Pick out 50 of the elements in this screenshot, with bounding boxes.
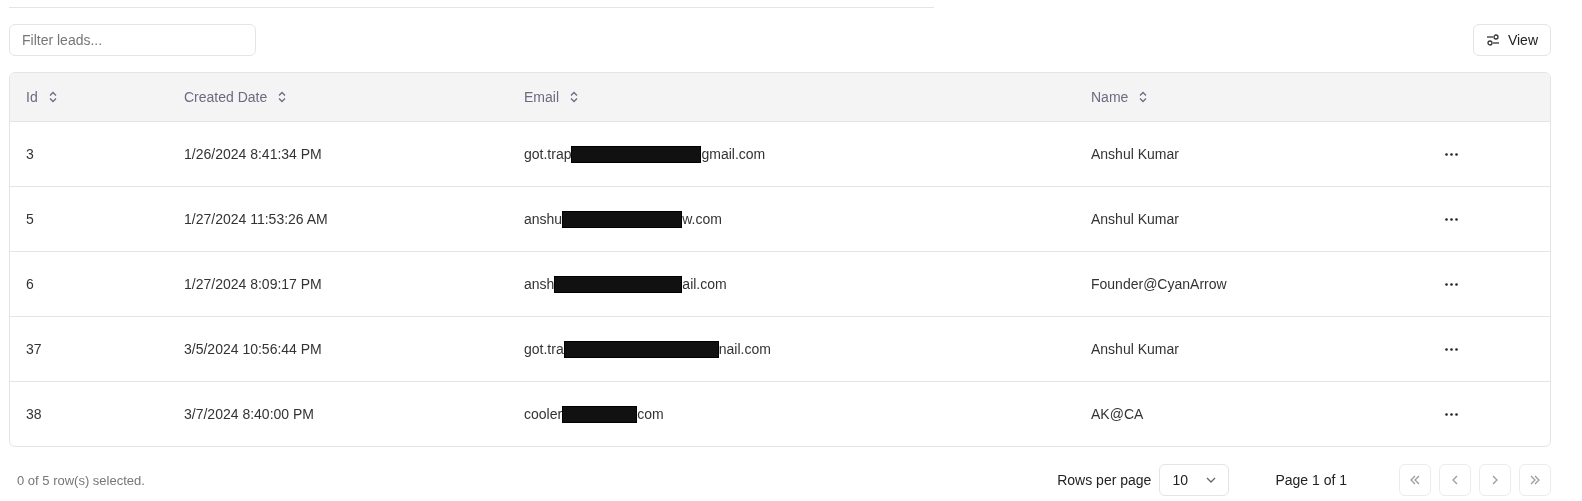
column-header[interactable]: Created Date <box>184 89 288 105</box>
table-cell: 1/26/2024 8:41:34 PM <box>184 146 322 162</box>
sort-icon <box>1138 91 1149 103</box>
sort-icon <box>569 91 579 103</box>
more-icon <box>1445 347 1458 351</box>
chevron-down-icon <box>1206 477 1217 483</box>
more-icon <box>1445 282 1458 286</box>
table-cell: 5 <box>26 211 34 227</box>
more-icon <box>1445 152 1458 156</box>
view-button[interactable]: View <box>1472 24 1551 56</box>
table-cell: 6 <box>26 276 34 292</box>
table-cell: AK@CA <box>1091 406 1144 422</box>
column-header[interactable]: Id <box>26 89 58 105</box>
table-cell: Founder@CyanArrow <box>1091 276 1227 292</box>
email-text: gmail.com <box>701 146 766 162</box>
column-header[interactable]: Name <box>1091 89 1149 105</box>
sort-icon <box>277 91 288 103</box>
email-text: ansh <box>524 276 555 292</box>
double-chevron-right-icon <box>1529 475 1541 485</box>
rows-per-page-select[interactable]: 10 <box>1159 464 1230 496</box>
table-cell: 1/27/2024 11:53:26 AM <box>184 211 328 227</box>
email-text: anshu <box>524 211 563 227</box>
sort-icon <box>47 91 58 103</box>
email-text: nail.com <box>718 341 771 357</box>
table-cell: Anshul Kumar <box>1091 211 1179 227</box>
table-cell: Anshul Kumar <box>1091 146 1179 162</box>
more-icon <box>1445 217 1458 221</box>
selection-count: 0 of 5 row(s) selected. <box>17 472 145 488</box>
email-text: cooler <box>524 406 563 422</box>
table-cell: 37 <box>26 341 42 357</box>
table-cell: 3/7/2024 8:40:00 PM <box>184 406 314 422</box>
email-text: w.com <box>682 211 722 227</box>
chevron-right-icon <box>1491 475 1499 485</box>
table-cell: 3 <box>26 146 34 162</box>
email-text: got.tra <box>524 341 564 357</box>
table-cell: 38 <box>26 406 42 422</box>
table-cell: 3/5/2024 10:56:44 PM <box>184 341 322 357</box>
filter-field[interactable]: Filter leads... <box>9 24 256 56</box>
email-text: com <box>637 406 664 422</box>
rows-per-page-label: Rows per page <box>1057 472 1152 488</box>
settings-icon <box>1485 33 1500 47</box>
column-header[interactable]: Email <box>524 89 579 105</box>
email-text: ail.com <box>682 276 727 292</box>
more-icon <box>1445 412 1458 416</box>
table-cell: Anshul Kumar <box>1091 341 1179 357</box>
chevron-left-icon <box>1451 475 1459 485</box>
table-cell: 1/27/2024 8:09:17 PM <box>184 276 322 292</box>
email-text: got.trap <box>524 146 572 162</box>
page-indicator: Page 1 of 1 <box>1275 472 1347 488</box>
double-chevron-left-icon <box>1409 475 1421 485</box>
